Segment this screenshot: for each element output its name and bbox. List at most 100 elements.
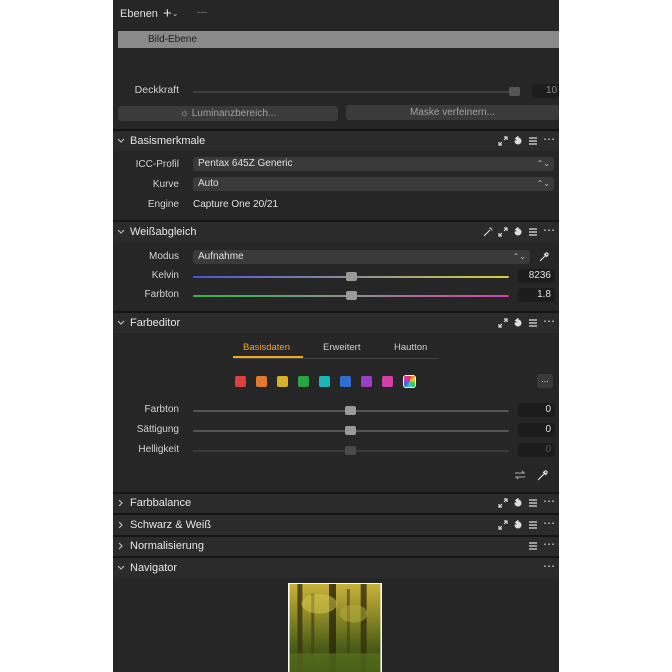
more-icon[interactable]: ⋯ <box>543 517 555 530</box>
kelvin-slider-knob[interactable] <box>345 272 357 281</box>
color-swatch[interactable] <box>319 376 330 387</box>
saturation-slider-knob[interactable] <box>345 426 356 435</box>
opacity-slider-knob[interactable] <box>509 87 520 96</box>
color-picker-icon[interactable] <box>537 469 549 481</box>
lightness-label: Helligkeit <box>138 444 179 455</box>
black-white-header[interactable]: Schwarz & Weiß ⋯ <box>113 515 559 535</box>
menu-icon[interactable] <box>528 227 538 237</box>
icc-profile-select[interactable]: Pentax 645Z Generic ⌃⌄ <box>193 157 554 171</box>
expand-arrows-icon[interactable] <box>498 136 508 146</box>
eyedropper-icon[interactable] <box>538 251 550 263</box>
more-icon[interactable]: ⋯ <box>543 315 555 328</box>
curve-label: Kurve <box>152 179 179 190</box>
more-options-button[interactable]: ... <box>537 374 553 388</box>
reset-icon[interactable] <box>513 227 523 237</box>
color-swatch[interactable] <box>235 376 246 387</box>
menu-icon[interactable] <box>528 318 538 328</box>
add-layer-button[interactable]: +⌄ <box>163 5 178 22</box>
chevron-right-icon <box>118 521 123 529</box>
chevron-down-icon <box>117 565 125 570</box>
reset-icon[interactable] <box>513 136 523 146</box>
basic-header[interactable]: Basismerkmale ⋯ <box>113 131 559 151</box>
reset-icon[interactable] <box>513 498 523 508</box>
more-icon[interactable]: ⋯ <box>543 133 555 146</box>
forest-thumbnail-image <box>289 584 381 672</box>
hue-value[interactable]: 0 <box>518 403 555 417</box>
opacity-slider-track[interactable] <box>193 91 518 93</box>
sun-icon: ☼ <box>179 108 189 119</box>
engine-value: Capture One 20/21 <box>193 199 279 210</box>
menu-icon[interactable] <box>528 498 538 508</box>
color-swatch[interactable] <box>340 376 351 387</box>
navigator-thumbnail[interactable] <box>288 583 382 672</box>
layer-name: Bild-Ebene <box>148 34 197 45</box>
refine-mask-button[interactable]: Maske verfeinern... <box>346 105 559 120</box>
color-swatch[interactable] <box>382 376 393 387</box>
color-editor-header[interactable]: Farbeditor ⋯ <box>113 313 559 333</box>
kelvin-value[interactable]: 8236 <box>518 269 555 283</box>
active-tab-underline <box>233 356 303 358</box>
color-swatch[interactable] <box>277 376 288 387</box>
tint-value[interactable]: 1.8 <box>518 288 555 302</box>
normalization-title: Normalisierung <box>130 540 204 552</box>
navigator-header[interactable]: Navigator ⋯ <box>113 558 559 578</box>
curve-select[interactable]: Auto ⌃⌄ <box>193 177 554 191</box>
icc-profile-value: Pentax 645Z Generic <box>198 158 293 169</box>
opacity-value[interactable]: 10 <box>532 84 559 98</box>
expand-arrows-icon[interactable] <box>498 318 508 328</box>
expand-arrows-icon[interactable] <box>498 520 508 530</box>
remove-layer-button[interactable]: — <box>197 7 207 18</box>
more-icon[interactable]: ⋯ <box>543 495 555 508</box>
menu-icon[interactable] <box>528 136 538 146</box>
layers-title: Ebenen <box>120 8 158 20</box>
color-swatch[interactable] <box>298 376 309 387</box>
more-icon[interactable]: ⋯ <box>543 538 555 551</box>
navigator-title: Navigator <box>130 562 178 574</box>
layer-row-selected[interactable]: Bild-Ebene <box>118 31 559 48</box>
expand-arrows-icon[interactable] <box>498 498 508 508</box>
expand-arrows-icon[interactable] <box>498 227 508 237</box>
chevron-down-icon <box>117 138 125 143</box>
all-colors-swatch[interactable] <box>404 376 415 387</box>
swap-arrows-icon[interactable] <box>514 469 526 481</box>
more-icon[interactable]: ⋯ <box>543 224 555 237</box>
color-swatch[interactable] <box>256 376 267 387</box>
kelvin-label: Kelvin <box>151 270 179 281</box>
reset-icon[interactable] <box>513 520 523 530</box>
luminance-range-label: Luminanzbereich... <box>191 108 277 119</box>
color-balance-header[interactable]: Farbbalance ⋯ <box>113 494 559 513</box>
chevron-right-icon <box>118 499 123 507</box>
tab-hautton[interactable]: Hautton <box>394 342 427 353</box>
tab-erweitert[interactable]: Erweitert <box>323 342 360 353</box>
lightness-slider-knob[interactable] <box>345 446 356 455</box>
white-balance-title: Weißabgleich <box>130 226 197 238</box>
mode-value: Aufnahme <box>198 251 244 262</box>
chevron-down-icon <box>117 229 125 234</box>
more-icon[interactable]: ⋯ <box>543 560 555 573</box>
select-arrows-icon: ⌃⌄ <box>536 179 550 188</box>
tint-label: Farbton <box>144 289 179 300</box>
saturation-value[interactable]: 0 <box>518 423 555 437</box>
black-white-title: Schwarz & Weiß <box>130 519 212 531</box>
tool-panel: Ebenen +⌄ — Bild-Ebene Deckkraft 10 ☼ Lu… <box>113 0 559 672</box>
tint-slider-knob[interactable] <box>345 291 357 300</box>
menu-icon[interactable] <box>528 520 538 530</box>
tab-bar: Basisdaten Erweitert Hautton <box>233 338 438 359</box>
white-balance-header[interactable]: Weißabgleich ⋯ <box>113 222 559 242</box>
reset-icon[interactable] <box>513 318 523 328</box>
magic-wand-icon[interactable] <box>483 227 493 237</box>
hue-label: Farbton <box>144 404 179 415</box>
engine-label: Engine <box>147 199 179 210</box>
chevron-down-icon <box>117 320 125 325</box>
saturation-label: Sättigung <box>136 424 179 435</box>
hue-slider-knob[interactable] <box>345 406 356 415</box>
color-swatch[interactable] <box>361 376 372 387</box>
luminance-range-button[interactable]: ☼ Luminanzbereich... <box>118 106 338 121</box>
menu-icon[interactable] <box>528 541 538 551</box>
tab-basisdaten[interactable]: Basisdaten <box>243 342 290 353</box>
color-editor-title: Farbeditor <box>130 317 181 329</box>
lightness-value[interactable]: 0 <box>518 443 555 457</box>
normalization-header[interactable]: Normalisierung ⋯ <box>113 537 559 556</box>
mode-select[interactable]: Aufnahme ⌃⌄ <box>193 250 530 264</box>
mode-label: Modus <box>148 251 179 262</box>
